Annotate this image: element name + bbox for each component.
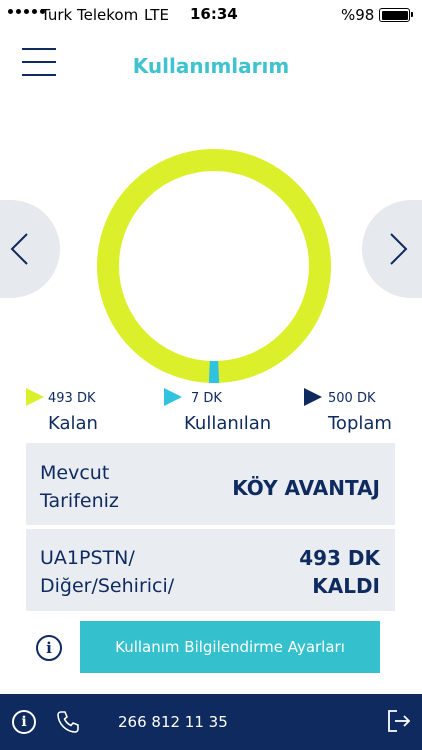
- legend-used-label: Kullanılan: [184, 413, 272, 434]
- package-label-line2: Diğer/Sehirici/: [40, 575, 175, 597]
- chevron-left-icon: [10, 233, 28, 265]
- legend-used-value: 7 DK: [191, 391, 222, 406]
- tariff-label-line1: Mevcut: [40, 462, 110, 484]
- navy-triangle-icon: [304, 388, 322, 406]
- battery-icon: [379, 8, 413, 22]
- usage-notification-settings-button[interactable]: Kullanım Bilgilendirme Ayarları: [80, 621, 380, 673]
- card-divider: [26, 525, 395, 529]
- bottom-info-icon[interactable]: i: [12, 710, 36, 734]
- chevron-right-icon: [390, 233, 408, 265]
- status-bar: Turk Telekom LTE 16:34 %98: [0, 0, 422, 30]
- phone-icon[interactable]: [56, 710, 80, 734]
- customer-service-number[interactable]: 266 812 11 35: [118, 713, 228, 731]
- usage-donut-chart: [97, 149, 331, 383]
- status-time: 16:34: [190, 5, 238, 23]
- package-remaining-status: KALDI: [312, 574, 380, 598]
- legend-total-label: Toplam: [328, 413, 392, 434]
- package-remaining-value: 493 DK: [299, 546, 380, 570]
- battery-percentage: %98: [341, 6, 375, 24]
- signal-strength-icon: [8, 9, 45, 14]
- tariff-value: KÖY AVANTAJ: [232, 476, 380, 500]
- usage-info-card: Mevcut Tarifeniz KÖY AVANTAJ UA1PSTN/ Di…: [26, 443, 395, 611]
- cyan-triangle-icon: [164, 388, 182, 406]
- legend-remaining-label: Kalan: [48, 413, 98, 434]
- yellow-triangle-icon: [26, 388, 44, 406]
- bottom-bar: i 266 812 11 35: [0, 694, 422, 750]
- legend-remaining-value: 493 DK: [48, 391, 96, 406]
- tariff-label-line2: Tarifeniz: [40, 490, 119, 512]
- carrier-name: Turk Telekom: [41, 6, 139, 24]
- next-button[interactable]: [362, 200, 422, 298]
- package-label-line1: UA1PSTN/: [40, 547, 135, 569]
- legend-total-value: 500 DK: [328, 391, 376, 406]
- info-icon[interactable]: i: [36, 635, 62, 661]
- donut-remaining-segment: [97, 149, 331, 383]
- network-type: LTE: [144, 6, 169, 24]
- page-title: Kullanımlarım: [132, 54, 290, 78]
- previous-button[interactable]: [0, 200, 60, 298]
- logout-icon[interactable]: [386, 708, 412, 734]
